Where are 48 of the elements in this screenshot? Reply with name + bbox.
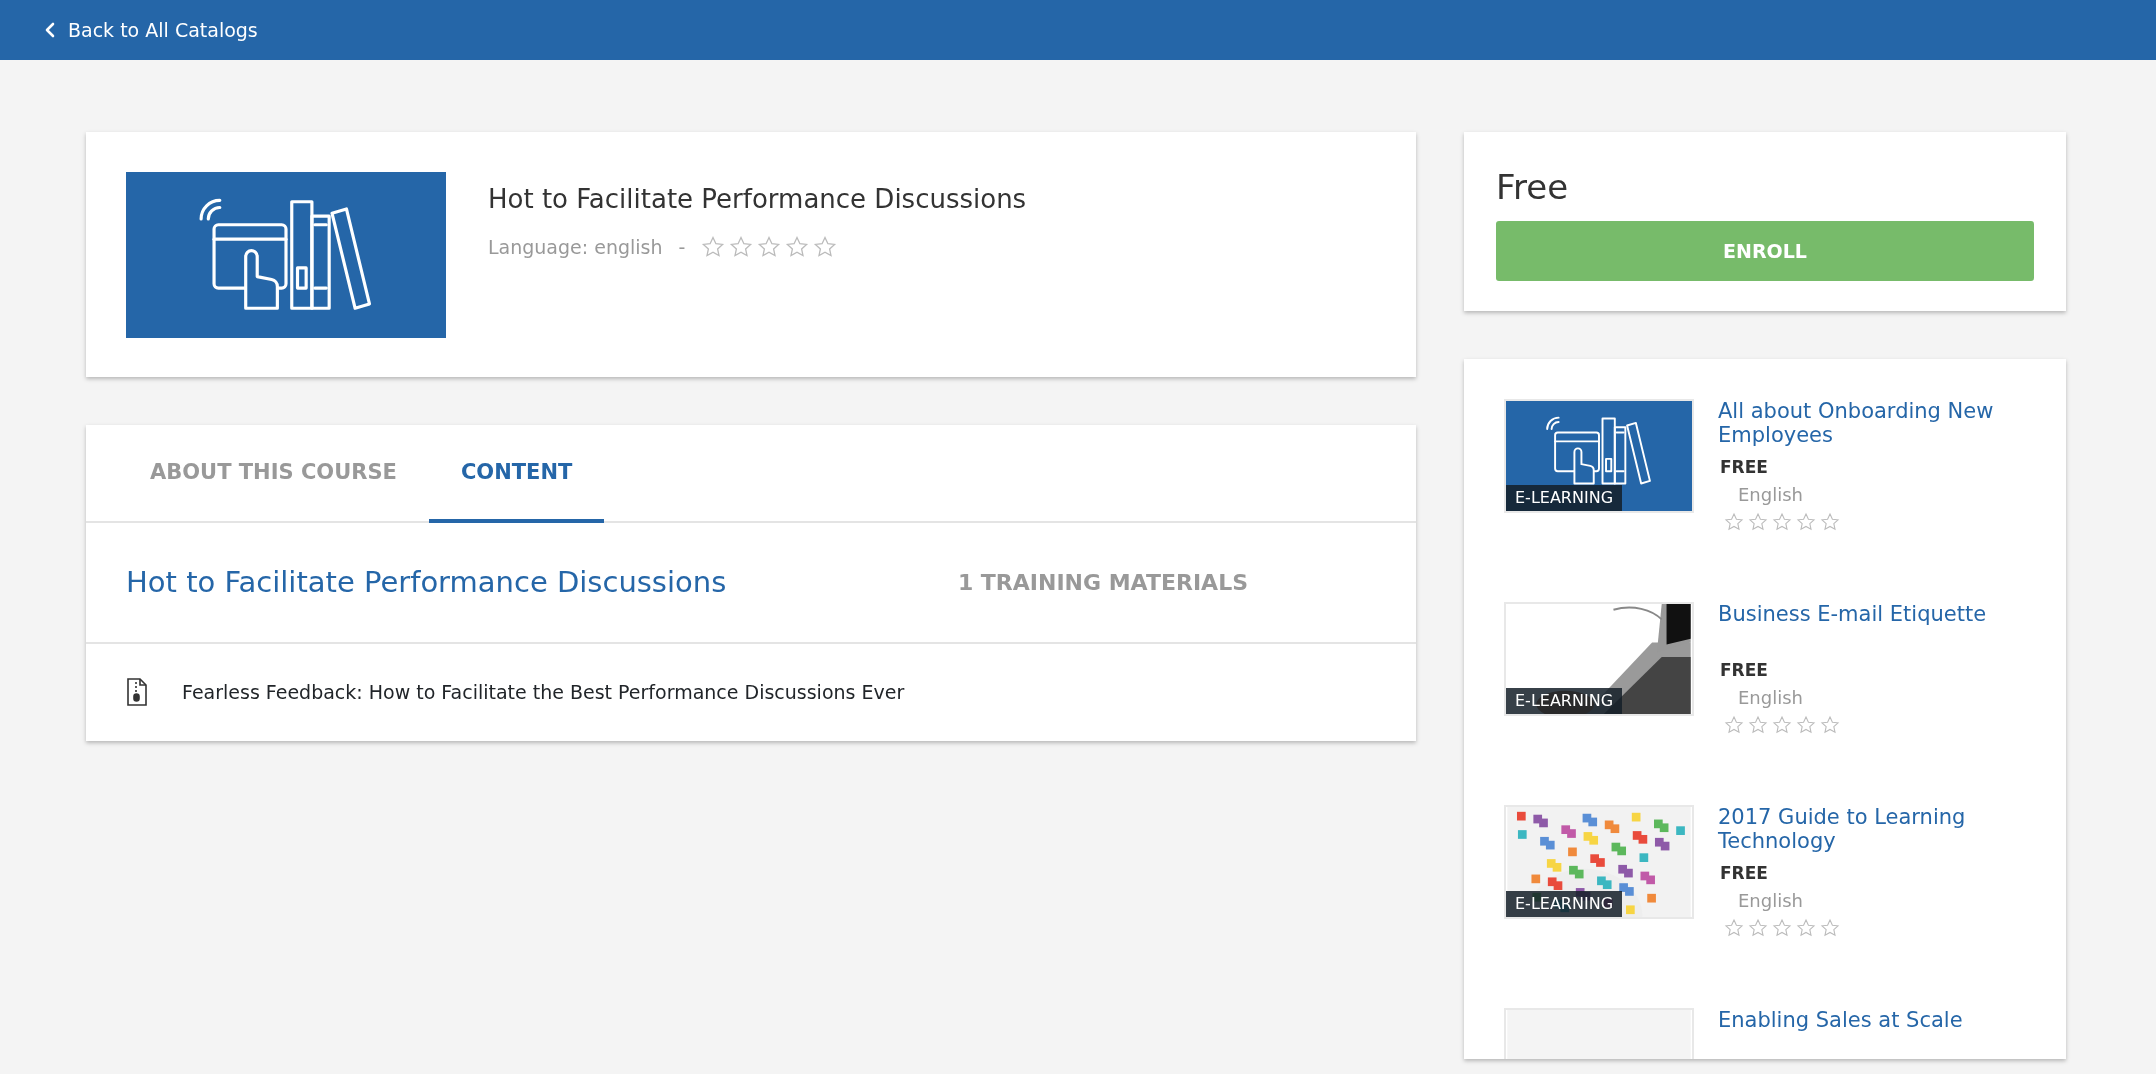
- course-thumbnail[interactable]: E-LEARNING: [1504, 399, 1694, 513]
- star-outline-icon: [1772, 511, 1792, 532]
- devices-books-icon: [1544, 415, 1654, 487]
- material-link[interactable]: Fearless Feedback: How to Facilitate the Best Performance Discussions Ever: [182, 678, 905, 707]
- star-outline-icon: [1820, 714, 1840, 735]
- star-outline-icon: [1748, 917, 1768, 938]
- course-thumbnail[interactable]: E-LEARNING: [1504, 602, 1694, 716]
- star-outline-icon: [1820, 917, 1840, 938]
- course-type-label: E-LEARNING: [1506, 485, 1623, 511]
- star-outline-icon: [1748, 714, 1768, 735]
- price: Free: [1496, 166, 1570, 209]
- course-price: FREE: [1720, 659, 1769, 683]
- course-price: FREE: [1720, 456, 1769, 480]
- course-thumbnail[interactable]: E-LEARNING: [1504, 805, 1694, 919]
- course-type-label: E-LEARNING: [1506, 891, 1623, 917]
- course-language: English: [1738, 685, 1804, 710]
- star-outline-icon: [729, 235, 754, 260]
- star-outline-icon: [1724, 714, 1744, 735]
- star-outline-icon: [701, 235, 726, 260]
- star-outline-icon: [1796, 917, 1816, 938]
- course-link[interactable]: Business E-mail Etiquette: [1718, 602, 1987, 627]
- course-language: English: [1738, 482, 1804, 507]
- course-price: FREE: [1720, 862, 1769, 886]
- star-outline-icon: [1724, 511, 1744, 532]
- course-type-label: E-LEARNING: [1506, 688, 1623, 714]
- chevron-left-icon: [44, 22, 56, 38]
- course-link[interactable]: All about Onboarding New Employees: [1718, 399, 2026, 448]
- course-title: Hot to Facilitate Performance Discussions: [488, 183, 1027, 216]
- star-outline-icon: [1724, 917, 1744, 938]
- tab[interactable]: CONTENT: [428, 425, 605, 523]
- course-language: Language: english: [488, 235, 663, 260]
- star-outline-icon: [785, 235, 810, 260]
- separator: -: [678, 235, 686, 260]
- course-language: English: [1738, 888, 1804, 913]
- materials-count: 1 TRAINING MATERIALS: [957, 568, 1248, 597]
- course-link[interactable]: 2017 Guide to Learning Technology: [1718, 805, 2026, 854]
- section-title: Hot to Facilitate Performance Discussions: [126, 563, 727, 601]
- star-outline-icon: [1820, 511, 1840, 532]
- zip-file-icon: [126, 678, 148, 707]
- star-outline-icon: [1796, 714, 1816, 735]
- course-link[interactable]: Enabling Sales at Scale: [1718, 1008, 1963, 1033]
- star-outline-icon: [1772, 714, 1792, 735]
- star-outline-icon: [813, 235, 838, 260]
- star-outline-icon: [1772, 917, 1792, 938]
- star-outline-icon: [1796, 511, 1816, 532]
- back-link[interactable]: Back to All Catalogs: [44, 15, 258, 45]
- star-outline-icon: [1748, 511, 1768, 532]
- star-outline-icon: [757, 235, 782, 260]
